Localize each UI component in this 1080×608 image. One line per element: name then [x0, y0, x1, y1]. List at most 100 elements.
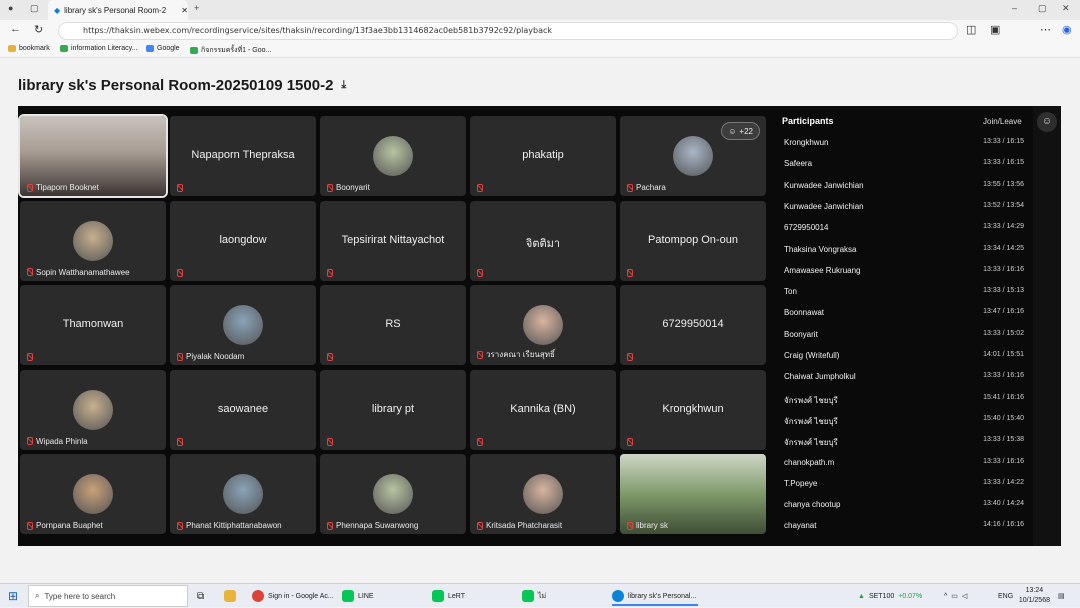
clock[interactable]: 13:24 10/1/2568 — [1019, 586, 1050, 606]
participant-name: Tipaporn Booknet — [36, 183, 99, 192]
new-tab-icon[interactable]: + — [194, 3, 199, 13]
edge-icon — [612, 590, 624, 602]
file-explorer-icon[interactable] — [224, 584, 236, 608]
participant-tile[interactable]: จิตติมา — [470, 200, 616, 281]
participant-name: Wipada Phinla — [36, 436, 88, 446]
participant-tile[interactable]: Thamonwan — [20, 285, 166, 365]
participant-grid: Tipaporn Booknet Napaporn Thepraksa Boonya… — [18, 114, 768, 536]
ticker-change: +0.07% — [898, 592, 923, 600]
participant-tile[interactable]: Boonyarit — [320, 116, 466, 196]
participant-tile[interactable]: Kannika (BN) — [470, 369, 616, 450]
mic-muted-icon — [176, 268, 183, 277]
participant-row: Chaiwat Jumpholkul 13:33 / 16:16 — [784, 372, 1024, 386]
participant-tile[interactable]: RS — [320, 285, 466, 365]
taskbar-app-lert[interactable]: LeRT — [432, 584, 465, 608]
participant-tile[interactable]: 6729950014 — [620, 285, 766, 365]
taskbar-app-line2[interactable]: ไม่ — [522, 584, 546, 608]
download-icon[interactable]: ⤓ — [341, 79, 346, 92]
video-player[interactable]: Tipaporn Booknet Napaporn Thepraksa Boonya… — [18, 106, 1061, 546]
bookmark-activity[interactable]: กิจกรรมครั้งที่1 - Goo... — [190, 45, 271, 56]
page-title: library sk's Personal Room-20250109 1500… — [18, 77, 334, 94]
copilot-icon[interactable]: ◉ — [1062, 23, 1072, 36]
tab-webex[interactable]: ◆ library sk's Personal Room-2 ✕ — [48, 0, 188, 20]
participant-tile[interactable]: วรางคณา เรียนสุทธิ์ — [470, 285, 616, 365]
participant-tile[interactable]: Krongkhwun — [620, 369, 766, 450]
participant-label — [476, 437, 483, 446]
participant-row: Ton 13:33 / 15:13 — [784, 287, 1024, 301]
participant-display-name: 6729950014 — [662, 318, 724, 330]
close-icon[interactable]: ✕ — [181, 6, 188, 15]
participant-tile[interactable]: Napaporn Thepraksa — [170, 116, 316, 196]
bookmark-info-literacy[interactable]: information Literacy... — [60, 45, 137, 52]
bookmark-label: กิจกรรมครั้งที่1 - Goo... — [201, 47, 272, 54]
bookmarks-bar: bookmark information Literacy... Google … — [0, 42, 1080, 58]
participant-label — [626, 268, 633, 277]
taskbar-search[interactable]: ⌕ Type here to search — [28, 585, 188, 607]
bookmark-google[interactable]: Google — [146, 45, 180, 52]
participant-row-time: 14:01 / 15:51 — [983, 351, 1024, 358]
mic-muted-icon — [476, 184, 483, 192]
participant-tile[interactable]: Wipada Phinla — [20, 369, 166, 450]
participant-tile[interactable]: Sopin Watthanamathawee — [20, 200, 166, 281]
tab-actions-icon[interactable]: ▢ — [30, 3, 39, 14]
participant-tile[interactable]: phakatip — [470, 116, 616, 196]
participant-tile[interactable]: Phennapa Suwanwong — [320, 454, 466, 534]
participant-label — [476, 184, 483, 192]
participant-row-name: chanya chootup — [784, 500, 841, 510]
minimize-icon[interactable]: – — [1012, 3, 1017, 13]
taskbar-app-line[interactable]: LINE — [342, 584, 374, 608]
participant-row-name: Amawasee Rukruang — [784, 265, 861, 275]
participant-tile[interactable]: Tepsirirat Nittayachot — [320, 200, 466, 281]
participant-row: chanokpath.m 13:33 / 16:16 — [784, 458, 1024, 472]
webex-icon: ◆ — [54, 5, 61, 15]
avatar — [223, 474, 263, 514]
bookmark-folder[interactable]: bookmark — [8, 45, 50, 52]
participant-label — [326, 353, 333, 361]
participant-tile[interactable]: library sk — [620, 454, 766, 534]
window-close-icon[interactable]: ✕ — [1062, 3, 1070, 14]
stock-ticker[interactable]: ▲ SET100 +0.07% — [858, 584, 922, 608]
participant-display-name: phakatip — [522, 149, 564, 161]
profile-icon[interactable]: ● — [8, 3, 13, 13]
participant-tile[interactable]: laongdow — [170, 200, 316, 281]
participants-title: Participants — [782, 116, 834, 126]
avatar — [523, 474, 563, 514]
taskbar-app-chrome[interactable]: Sign in - Google Ac... — [252, 584, 334, 608]
more-icon[interactable]: ⋯ — [1040, 23, 1051, 36]
participant-tile[interactable]: Tipaporn Booknet — [18, 114, 168, 198]
participant-tile[interactable]: Piyalak Noodam — [170, 285, 316, 365]
back-icon[interactable]: ← — [10, 23, 21, 35]
participant-tile[interactable]: Pachara ☺ +22 — [620, 116, 766, 196]
participant-row-time: 13:33 / 16:16 — [983, 372, 1024, 380]
chrome-icon — [252, 590, 264, 602]
tray-icons[interactable]: ^ ▭ ◁ — [944, 584, 967, 608]
participant-display-name: Krongkhwun — [662, 402, 724, 415]
refresh-icon[interactable]: ↻ — [34, 23, 43, 36]
participant-row-time: 13:33 / 14:29 — [983, 223, 1024, 231]
task-view-icon[interactable]: ⧉ — [197, 584, 204, 608]
language-indicator[interactable]: ENG — [998, 584, 1013, 608]
tab-strip: ● ▢ ◆ library sk's Personal Room-2 ✕ + –… — [0, 0, 1080, 20]
maximize-icon[interactable]: ▢ — [1038, 3, 1047, 14]
participant-tile[interactable]: Pornpana Buaphet — [20, 454, 166, 534]
participant-row-time: 13:33 / 16:16 — [983, 457, 1024, 465]
participant-tile[interactable]: Patompop On-oun — [620, 200, 766, 281]
participant-label: Sopin Watthanamathawee — [26, 268, 130, 277]
notification-icon[interactable]: ▤ — [1058, 584, 1065, 608]
participant-row-time: 13:52 / 13:54 — [983, 201, 1024, 209]
participant-tile[interactable]: Kritsada Phatcharasit — [470, 454, 616, 534]
collections-icon[interactable]: ▣ — [990, 23, 1000, 36]
mic-muted-icon — [476, 437, 483, 446]
split-screen-icon[interactable]: ◫ — [966, 23, 976, 36]
more-participants-badge[interactable]: ☺ +22 — [721, 122, 760, 140]
participant-name: Boonyarit — [336, 183, 370, 192]
participant-tile[interactable]: Phanat Kittiphattanabawon — [170, 454, 316, 534]
participants-toggle-icon[interactable]: ☺ — [1037, 112, 1057, 132]
participant-row-name: Ton — [784, 287, 797, 297]
participant-label: Boonyarit — [326, 183, 370, 192]
start-icon[interactable]: ⊞ — [8, 584, 18, 608]
join-leave-header: Join/Leave — [983, 117, 1022, 126]
participant-tile[interactable]: library pt — [320, 369, 466, 450]
url-field[interactable]: https://thaksin.webex.com/recordingservi… — [58, 22, 958, 40]
participant-tile[interactable]: saowanee — [170, 369, 316, 450]
